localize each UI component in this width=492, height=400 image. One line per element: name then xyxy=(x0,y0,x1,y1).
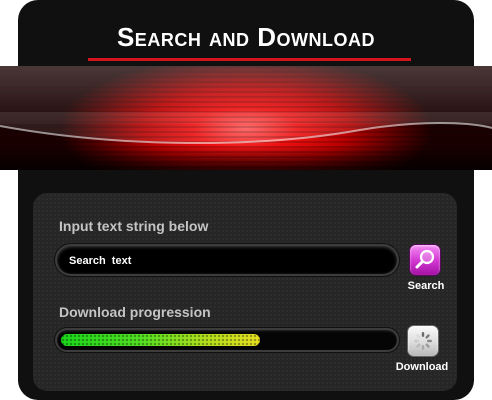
download-button-label[interactable]: Download xyxy=(388,361,456,373)
download-progress-bar xyxy=(57,330,397,350)
magnifier-icon xyxy=(415,249,435,269)
page-title: Search and Download xyxy=(116,22,376,52)
search-button-label[interactable]: Search xyxy=(402,280,450,292)
red-banner xyxy=(0,66,492,170)
loading-spinner-icon xyxy=(414,332,432,350)
search-input[interactable] xyxy=(67,249,391,273)
banner-shadow xyxy=(0,146,492,170)
download-section-label: Download progression xyxy=(59,304,211,320)
download-progress-fill xyxy=(61,334,260,346)
title-underline xyxy=(88,58,411,61)
search-field[interactable] xyxy=(57,246,397,274)
search-section-label: Input text string below xyxy=(59,218,209,234)
download-button-icon-box[interactable] xyxy=(408,326,438,356)
search-button-icon-box[interactable] xyxy=(410,245,440,275)
